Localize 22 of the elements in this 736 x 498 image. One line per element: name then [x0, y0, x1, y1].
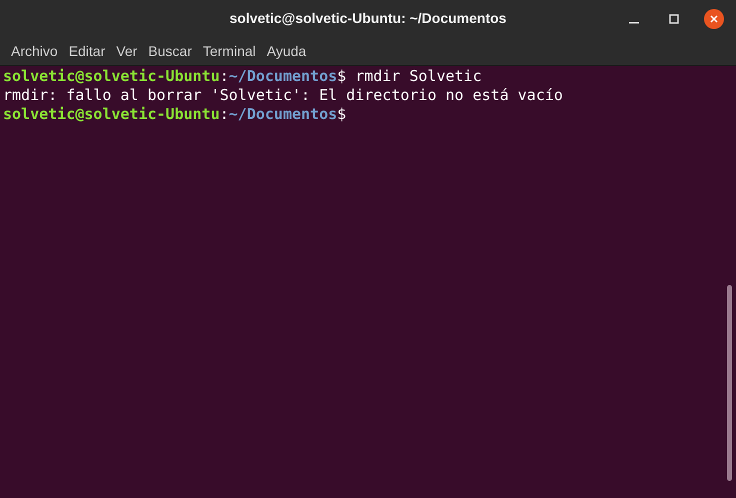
close-button[interactable] [704, 9, 724, 29]
menu-item[interactable]: Archivo [6, 40, 63, 62]
close-icon [710, 15, 718, 23]
scrollbar-thumb[interactable] [727, 285, 732, 481]
menu-item[interactable]: Terminal [198, 40, 261, 62]
prompt-path: ~/Documentos [228, 66, 338, 88]
prompt-user: solvetic@solvetic-Ubuntu [3, 104, 220, 126]
maximize-icon [669, 14, 679, 24]
menu-item[interactable]: Ayuda [262, 40, 312, 62]
minimize-icon [629, 22, 639, 24]
menu-item[interactable]: Ver [111, 40, 142, 62]
output-text: rmdir: fallo al borrar 'Solvetic': El directorio no está vacío [3, 85, 563, 106]
menu-item[interactable]: Editar [64, 40, 110, 62]
prompt-symbol: $ [337, 66, 346, 88]
menu-item[interactable]: Buscar [143, 40, 197, 62]
prompt-separator: : [220, 66, 229, 88]
prompt-separator: : [220, 104, 229, 126]
command-text: rmdir Solvetic [355, 66, 482, 88]
prompt-user: solvetic@solvetic-Ubuntu [3, 66, 220, 88]
prompt-symbol: $ [337, 104, 346, 126]
window-title: solvetic@solvetic-Ubuntu: ~/Documentos [230, 9, 506, 28]
prompt-path: ~/Documentos [228, 104, 338, 126]
